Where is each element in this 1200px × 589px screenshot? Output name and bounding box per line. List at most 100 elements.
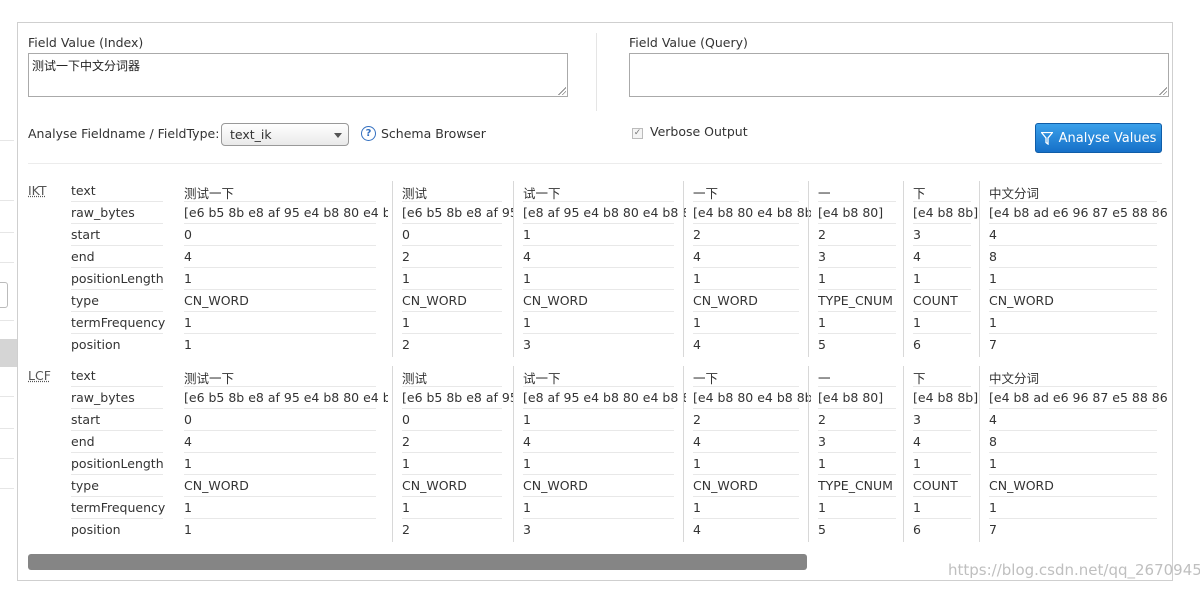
row-divider [71, 245, 163, 246]
row-divider [184, 333, 376, 334]
token-termfrequency-cell: 1 [402, 500, 410, 515]
column-separator [392, 366, 393, 542]
token-position-cell: 1 [184, 337, 192, 352]
analyse-values-button[interactable]: Analyse Values [1035, 123, 1162, 153]
row-divider [818, 452, 896, 453]
token-raw_bytes-cell: [e4 b8 80] [818, 390, 884, 405]
token-raw_bytes-cell: [e4 b8 80 e4 b8 8b] [693, 205, 811, 220]
row-divider [989, 452, 1157, 453]
row-divider [818, 333, 896, 334]
row-divider [989, 474, 1157, 475]
index-value-textarea[interactable]: 测试一下中文分词器 [28, 53, 568, 97]
resize-grip-icon[interactable] [558, 87, 566, 95]
row-divider [523, 223, 674, 224]
row-divider [989, 245, 1157, 246]
token-positionlength-cell: 1 [989, 271, 997, 286]
row-divider [71, 223, 163, 224]
token-position-cell: 2 [402, 337, 410, 352]
token-type-cell: CN_WORD [989, 293, 1054, 308]
sidebar-divider [0, 140, 14, 141]
token-start-cell: 2 [818, 227, 826, 242]
resize-grip-icon[interactable] [1159, 87, 1167, 95]
fieldtype-select[interactable]: text_ik [221, 123, 349, 146]
token-end-cell: 8 [989, 249, 997, 264]
token-position-cell: 5 [818, 522, 826, 537]
sidebar-toggle-button[interactable] [0, 282, 8, 308]
row-divider [913, 452, 971, 453]
token-position-cell: 3 [523, 337, 531, 352]
horizontal-scrollbar[interactable] [28, 554, 807, 570]
token-positionlength-cell: 1 [523, 456, 531, 471]
row-divider [402, 408, 502, 409]
row-divider [693, 267, 799, 268]
help-icon[interactable]: ? [361, 126, 376, 141]
token-start-cell: 2 [818, 412, 826, 427]
row-divider [402, 289, 502, 290]
token-text-cell: 测试一下 [184, 186, 235, 201]
token-type-cell: TYPE_CNUM [818, 293, 893, 308]
token-termfrequency-cell: 1 [402, 315, 410, 330]
row-divider [913, 333, 971, 334]
token-text-cell: 测试 [402, 186, 428, 201]
row-divider [523, 408, 674, 409]
row-divider [818, 496, 896, 497]
verbose-output-checkbox[interactable]: ✓ [632, 128, 643, 139]
row-divider [693, 333, 799, 334]
row-label-text: text [71, 183, 96, 198]
row-divider [989, 267, 1157, 268]
token-start-cell: 4 [989, 227, 997, 242]
index-value-text: 测试一下中文分词器 [32, 59, 141, 73]
left-sidebar-strip [0, 0, 17, 589]
row-divider [184, 311, 376, 312]
token-end-cell: 4 [184, 249, 192, 264]
row-label-raw_bytes: raw_bytes [71, 205, 135, 220]
query-value-textarea[interactable] [629, 53, 1169, 97]
row-label-termfrequency: termFrequency [71, 315, 166, 330]
row-divider [402, 245, 502, 246]
row-label-type: type [71, 478, 99, 493]
token-type-cell: COUNT [913, 478, 958, 493]
row-label-type: type [71, 293, 99, 308]
sidebar-item-selected[interactable] [0, 339, 17, 367]
token-end-cell: 8 [989, 434, 997, 449]
token-type-cell: CN_WORD [523, 293, 588, 308]
row-divider [913, 245, 971, 246]
row-divider [818, 267, 896, 268]
row-divider [402, 496, 502, 497]
token-termfrequency-cell: 1 [818, 315, 826, 330]
row-divider [184, 267, 376, 268]
token-positionlength-cell: 1 [693, 456, 701, 471]
row-divider [71, 333, 163, 334]
analyzer-abbr: LCF [28, 368, 51, 383]
column-separator [683, 181, 684, 357]
row-divider [818, 311, 896, 312]
row-divider [989, 311, 1157, 312]
row-divider [184, 289, 376, 290]
token-raw_bytes-cell: [e4 b8 ad e6 96 87 e5 88 86 e8 a [989, 205, 1169, 220]
schema-browser-link[interactable]: Schema Browser [381, 126, 486, 141]
token-end-cell: 4 [913, 249, 921, 264]
chevron-down-icon [334, 133, 342, 138]
token-end-cell: 2 [402, 249, 410, 264]
sidebar-divider [0, 200, 14, 201]
row-divider [818, 223, 896, 224]
row-label-text: text [71, 368, 96, 383]
token-position-cell: 4 [693, 337, 701, 352]
row-divider [184, 452, 376, 453]
token-type-cell: CN_WORD [402, 293, 467, 308]
row-divider [71, 201, 163, 202]
token-termfrequency-cell: 1 [523, 500, 531, 515]
token-raw_bytes-cell: [e6 b5 8b e8 af 95] [402, 390, 514, 405]
token-text-cell: 试一下 [523, 371, 561, 386]
row-divider [693, 518, 799, 519]
token-positionlength-cell: 1 [989, 456, 997, 471]
row-divider [523, 245, 674, 246]
token-text-cell: 测试一下 [184, 371, 235, 386]
token-end-cell: 4 [523, 249, 531, 264]
row-divider [989, 289, 1157, 290]
token-positionlength-cell: 1 [818, 456, 826, 471]
query-value-label: Field Value (Query) [629, 35, 748, 50]
row-divider [818, 289, 896, 290]
row-divider [989, 430, 1157, 431]
token-position-cell: 4 [693, 522, 701, 537]
